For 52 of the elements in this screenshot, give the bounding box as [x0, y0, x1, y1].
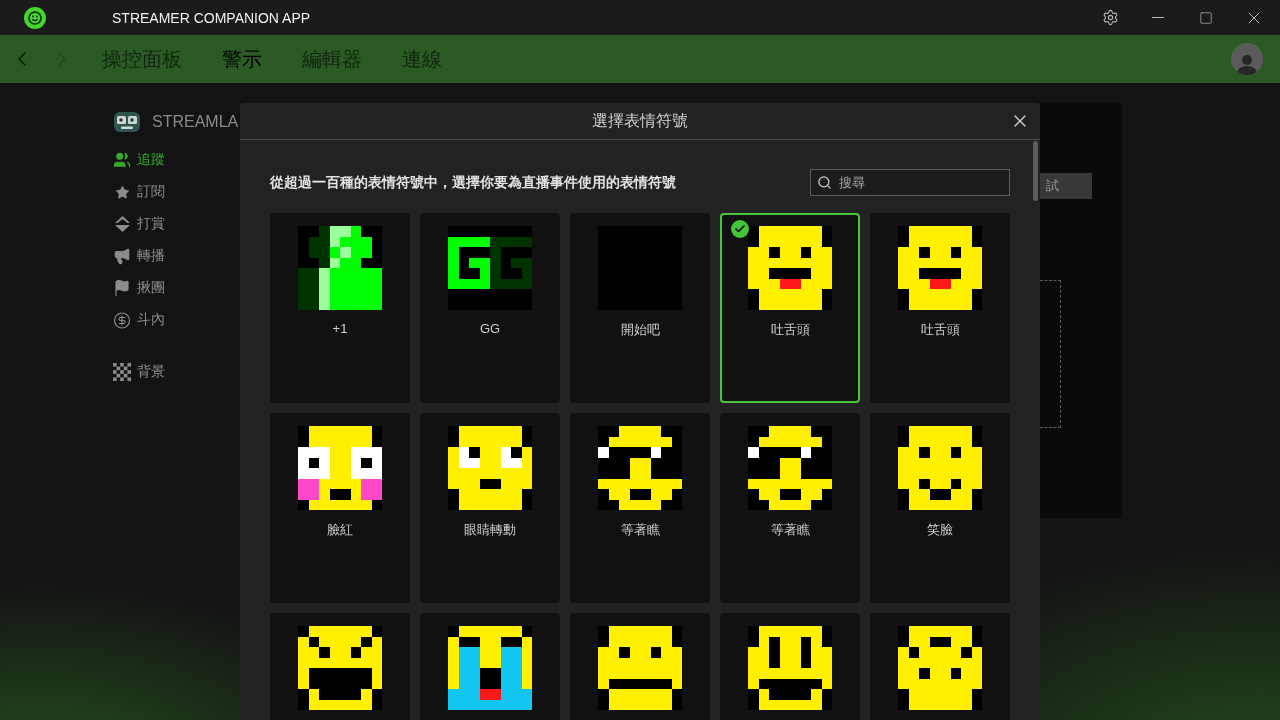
minimize-icon — [1152, 17, 1164, 18]
sidebar-item[interactable]: 追蹤 — [113, 144, 240, 176]
dialog-description: 從超過一百種的表情符號中，選擇你要為直播事件使用的表情符號 — [270, 173, 676, 192]
emoji-tile[interactable]: 臉紅 — [270, 413, 410, 603]
emoji-tile[interactable]: 眼睛轉動 — [420, 413, 560, 603]
search-field[interactable]: 搜尋 — [810, 169, 1010, 196]
laughing-face-icon — [298, 626, 382, 710]
eye-roll-face-icon — [448, 426, 532, 510]
dollar-coin-icon — [113, 311, 131, 329]
people-icon — [113, 151, 131, 169]
emoji-tile[interactable]: 吐舌頭 — [870, 213, 1010, 403]
pixel-letters-icon — [448, 226, 532, 310]
sidebar-item[interactable]: 打賞 — [113, 208, 240, 240]
grinning-face-icon — [748, 626, 832, 710]
emoji-tile[interactable]: 吐舌頭 — [720, 213, 860, 403]
megaphone-icon — [113, 247, 131, 265]
emoji-tile[interactable]: 等著瞧 — [570, 413, 710, 603]
tongue-face-icon — [898, 226, 982, 310]
emoji-tile[interactable]: 等著瞧 — [720, 413, 860, 603]
sidebar-item[interactable]: 斗內 — [113, 304, 240, 336]
checkerboard-icon — [113, 363, 131, 381]
surprised-face-icon — [898, 626, 982, 710]
dialog-title: 選擇表情符號 — [592, 110, 688, 131]
maximize-icon — [1199, 10, 1213, 25]
smiling-face-icon — [898, 426, 982, 510]
emoji-tile[interactable]: 開始吧 — [570, 213, 710, 403]
tongue-face-icon — [748, 226, 832, 310]
test-button[interactable]: 試 — [1040, 173, 1092, 199]
crying-face-icon — [448, 626, 532, 710]
star-icon — [113, 183, 131, 201]
gear-icon — [1101, 9, 1119, 26]
scrollbar-thumb[interactable] — [1033, 141, 1038, 201]
diamond-icon — [113, 215, 131, 233]
flag-icon — [113, 279, 131, 297]
sidebar-item[interactable]: 轉播 — [113, 240, 240, 272]
blushing-face-icon — [298, 426, 382, 510]
emoji-tile[interactable]: +1 — [270, 213, 410, 403]
pixel-figure-icon — [298, 226, 382, 310]
smiley-logo-icon — [24, 6, 46, 29]
sidebar-item[interactable]: 揪團 — [113, 272, 240, 304]
check-icon — [731, 220, 749, 238]
emoji-tile[interactable]: GG — [420, 213, 560, 403]
app-title: STREAMER COMPANION APP — [112, 9, 311, 26]
emoji-tile[interactable]: 笑臉 — [870, 413, 1010, 603]
smiling-face-icon — [598, 626, 682, 710]
squinting-face-icon — [748, 426, 832, 510]
sidebar-item[interactable]: 訂閱 — [113, 176, 240, 208]
squinting-face-icon — [598, 426, 682, 510]
search-icon — [817, 175, 832, 190]
brand-name: STREAMLA — [152, 113, 239, 131]
sidebar-item[interactable]: 背景 — [113, 356, 240, 388]
robot-face-icon — [113, 111, 141, 133]
